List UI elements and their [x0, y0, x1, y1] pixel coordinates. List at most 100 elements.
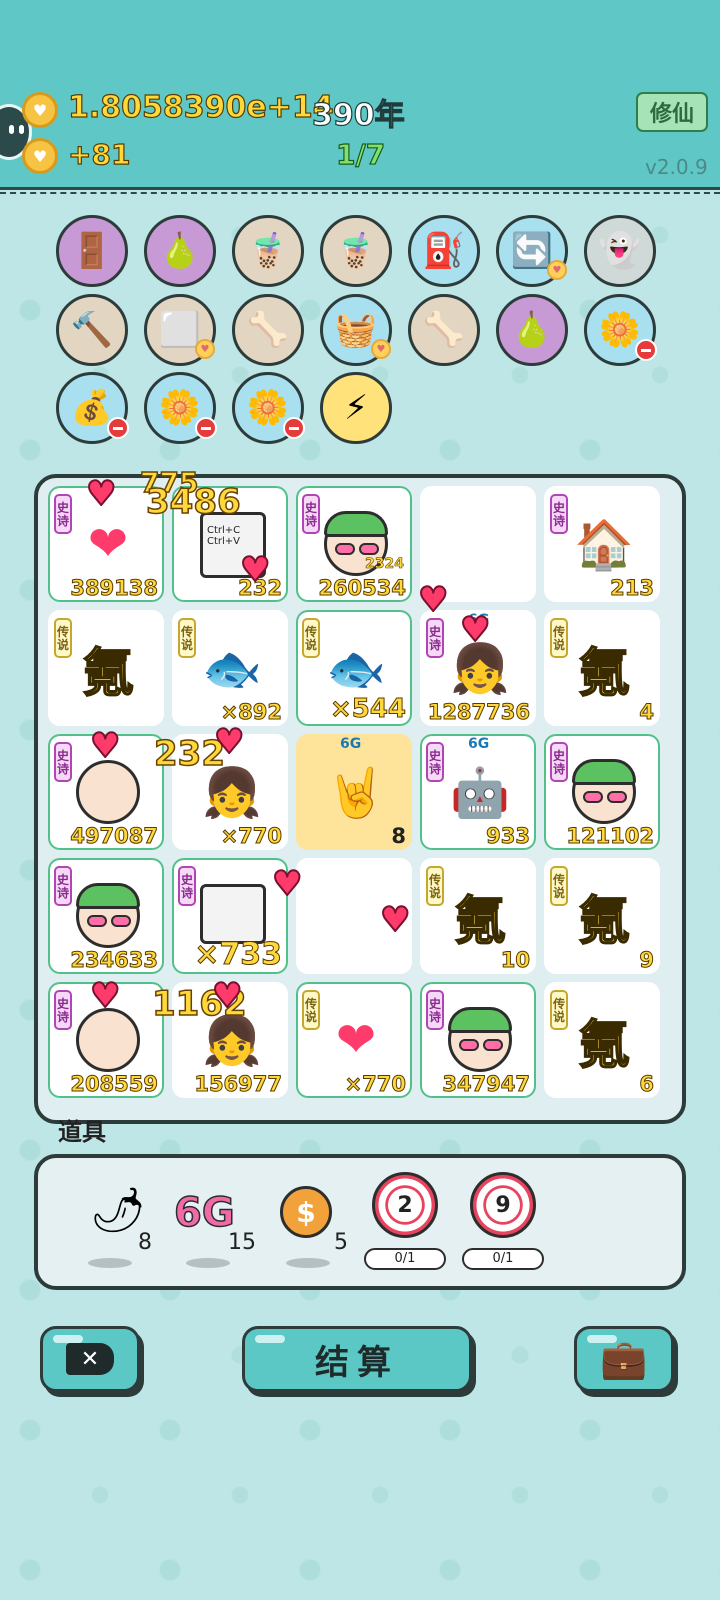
cell-value: 497087 [70, 824, 159, 849]
board-cell[interactable]: 史诗 🏠 213 [544, 486, 660, 602]
prop-shadow [186, 1258, 230, 1268]
ghost-icon[interactable]: 👻 [584, 215, 656, 287]
6g-label: 6G [468, 736, 490, 752]
pet-bowl-icon[interactable]: 🦴 [408, 294, 480, 366]
heart-coin-icon: ♥ [22, 138, 58, 174]
refresh-icon[interactable]: 🔄 ♥ [496, 215, 568, 287]
income-rate: +81 [67, 137, 131, 171]
cell-value: 347947 [442, 1072, 531, 1097]
chili-count: 8 [138, 1230, 152, 1255]
briefcase-button[interactable]: 💼 [574, 1326, 674, 1392]
lightning-icon[interactable]: ⚡ [320, 372, 392, 444]
rarity-tag: 传说 [550, 618, 568, 658]
pet-bowl-icon[interactable]: 🦴 [232, 294, 304, 366]
target-number: 9 [486, 1188, 520, 1222]
rarity-tag: 史诗 [302, 494, 320, 534]
game-board: 史诗 ❤ 389138 Ctrl+C Ctrl+V 232 史诗 2324 26… [34, 474, 686, 1124]
target-icon[interactable]: 9 [470, 1172, 536, 1238]
cell-value: 1287736 [427, 700, 530, 725]
exit-button[interactable]: ✕ [40, 1326, 140, 1392]
board-cell[interactable]: 史诗 2324 260534 [296, 486, 412, 602]
hammer-icon[interactable]: 🔨 [56, 294, 128, 366]
cell-value: 260534 [318, 576, 407, 601]
board-cell[interactable]: 传说 氪 6 [544, 982, 660, 1098]
floating-coin-number: 3486 [145, 481, 241, 523]
rarity-tag: 史诗 [54, 742, 72, 782]
big-heart-icon: ❤ [87, 516, 129, 572]
rarity-tag: 史诗 [54, 866, 72, 906]
robot-face-icon: 🤖 [450, 764, 510, 821]
rarity-tag: 传说 [54, 618, 72, 658]
big-heart-icon: ❤ [335, 1012, 377, 1068]
flower-pot-icon[interactable]: 🌼 [584, 294, 657, 366]
flower-pot-icon[interactable]: 🌼 [144, 372, 217, 444]
krypton-glyph: 氪 [577, 1015, 631, 1077]
ghost-door-icon[interactable]: 🚪 [56, 215, 128, 287]
remove-icon[interactable] [107, 417, 129, 439]
pomelo-icon[interactable]: 🍐 [496, 294, 568, 366]
milk-tea-icon[interactable]: 🧋 [320, 215, 392, 287]
board-cell[interactable]: 6G 🤘 8 [296, 734, 412, 850]
years-counter: 390年 [311, 97, 405, 133]
rarity-tag: 史诗 [550, 742, 568, 782]
coin-count: 5 [334, 1230, 348, 1255]
board-cell[interactable]: 传说 氪 9 [544, 858, 660, 974]
rock-hand-icon: 🤘 [326, 764, 386, 821]
prop-shadow [88, 1258, 132, 1268]
rarity-tag: 传说 [550, 866, 568, 906]
sugar-cubes-icon[interactable]: ⬜ ♥ [144, 294, 216, 366]
floating-heart-icon: ♥ [85, 473, 118, 515]
rarity-tag: 传说 [302, 618, 320, 658]
heart-coin-icon: ♥ [22, 92, 58, 128]
board-cell[interactable]: 传说 氪 10 [420, 858, 536, 974]
board-cell[interactable]: 传说 氪 4 [544, 610, 660, 726]
chili-icon[interactable]: 🌶 [90, 1184, 146, 1236]
heart-badge-icon: ♥ [195, 339, 215, 359]
remove-icon[interactable] [195, 417, 217, 439]
milk-tea-icon[interactable]: 🧋 [232, 215, 304, 287]
floating-heart-icon: ♥ [271, 863, 304, 905]
board-cell[interactable]: 史诗 6G 🤖 933 [420, 734, 536, 850]
dollar-coin-icon[interactable]: $ [280, 1186, 332, 1238]
pomelo-icon[interactable]: 🍐 [144, 215, 216, 287]
6g-count: 15 [228, 1230, 256, 1255]
target-progress: 0/1 [462, 1248, 544, 1270]
copy-card [200, 884, 266, 944]
settle-button[interactable]: 结算 [242, 1326, 472, 1392]
krypton-glyph: 氪 [453, 891, 507, 953]
props-panel: 🌶 8 6G 15 $ 5 2 0/1 9 0/1 [34, 1154, 686, 1290]
board-cell[interactable]: 史诗 347947 [420, 982, 536, 1098]
target-progress: 0/1 [364, 1248, 446, 1270]
cell-sub-value: 2324 [365, 556, 405, 573]
board-cell[interactable]: 传说 🐟 ×892 [172, 610, 288, 726]
board-cell[interactable]: 传说 🐟 ×544 [296, 610, 412, 726]
pump-icon[interactable]: ⛽ [408, 215, 480, 287]
character-face [74, 1006, 142, 1074]
heart-badge-icon: ♥ [547, 260, 567, 280]
board-cell[interactable]: 史诗 234633 [48, 858, 164, 974]
board-cell[interactable]: 史诗 121102 [544, 734, 660, 850]
flower-pot-icon[interactable]: 🌼 [232, 372, 305, 444]
remove-icon[interactable] [283, 417, 305, 439]
remove-icon[interactable] [635, 339, 657, 361]
6g-icon[interactable]: 6G [173, 1189, 235, 1237]
board-cell[interactable]: 传说 氪 [48, 610, 164, 726]
money-bag-icon[interactable]: 💰 [56, 372, 129, 444]
bunny-house-icon: 🏠 [574, 516, 634, 573]
rarity-tag: 传说 [302, 990, 320, 1030]
krypton-glyph: 氪 [81, 643, 135, 705]
board-cell[interactable]: 史诗 ×733 [172, 858, 288, 974]
rarity-tag: 史诗 [550, 494, 568, 534]
target-number: 2 [388, 1188, 422, 1222]
board-cell[interactable]: 传说 ❤ ×770 [296, 982, 412, 1098]
xiuxian-button[interactable]: 修仙 [636, 92, 708, 132]
target-icon[interactable]: 2 [372, 1172, 438, 1238]
cell-value: 121102 [566, 824, 655, 849]
fruit-basket-icon[interactable]: 🧺 ♥ [320, 294, 392, 366]
rarity-tag: 史诗 [426, 990, 444, 1030]
total-coins: 1.8058390e+14 [67, 89, 334, 125]
cell-value: ×544 [329, 694, 406, 725]
koi-fish-icon: 🐟 [202, 640, 262, 697]
cell-value: 8 [391, 824, 406, 848]
briefcase-icon: 💼 [600, 1336, 648, 1381]
